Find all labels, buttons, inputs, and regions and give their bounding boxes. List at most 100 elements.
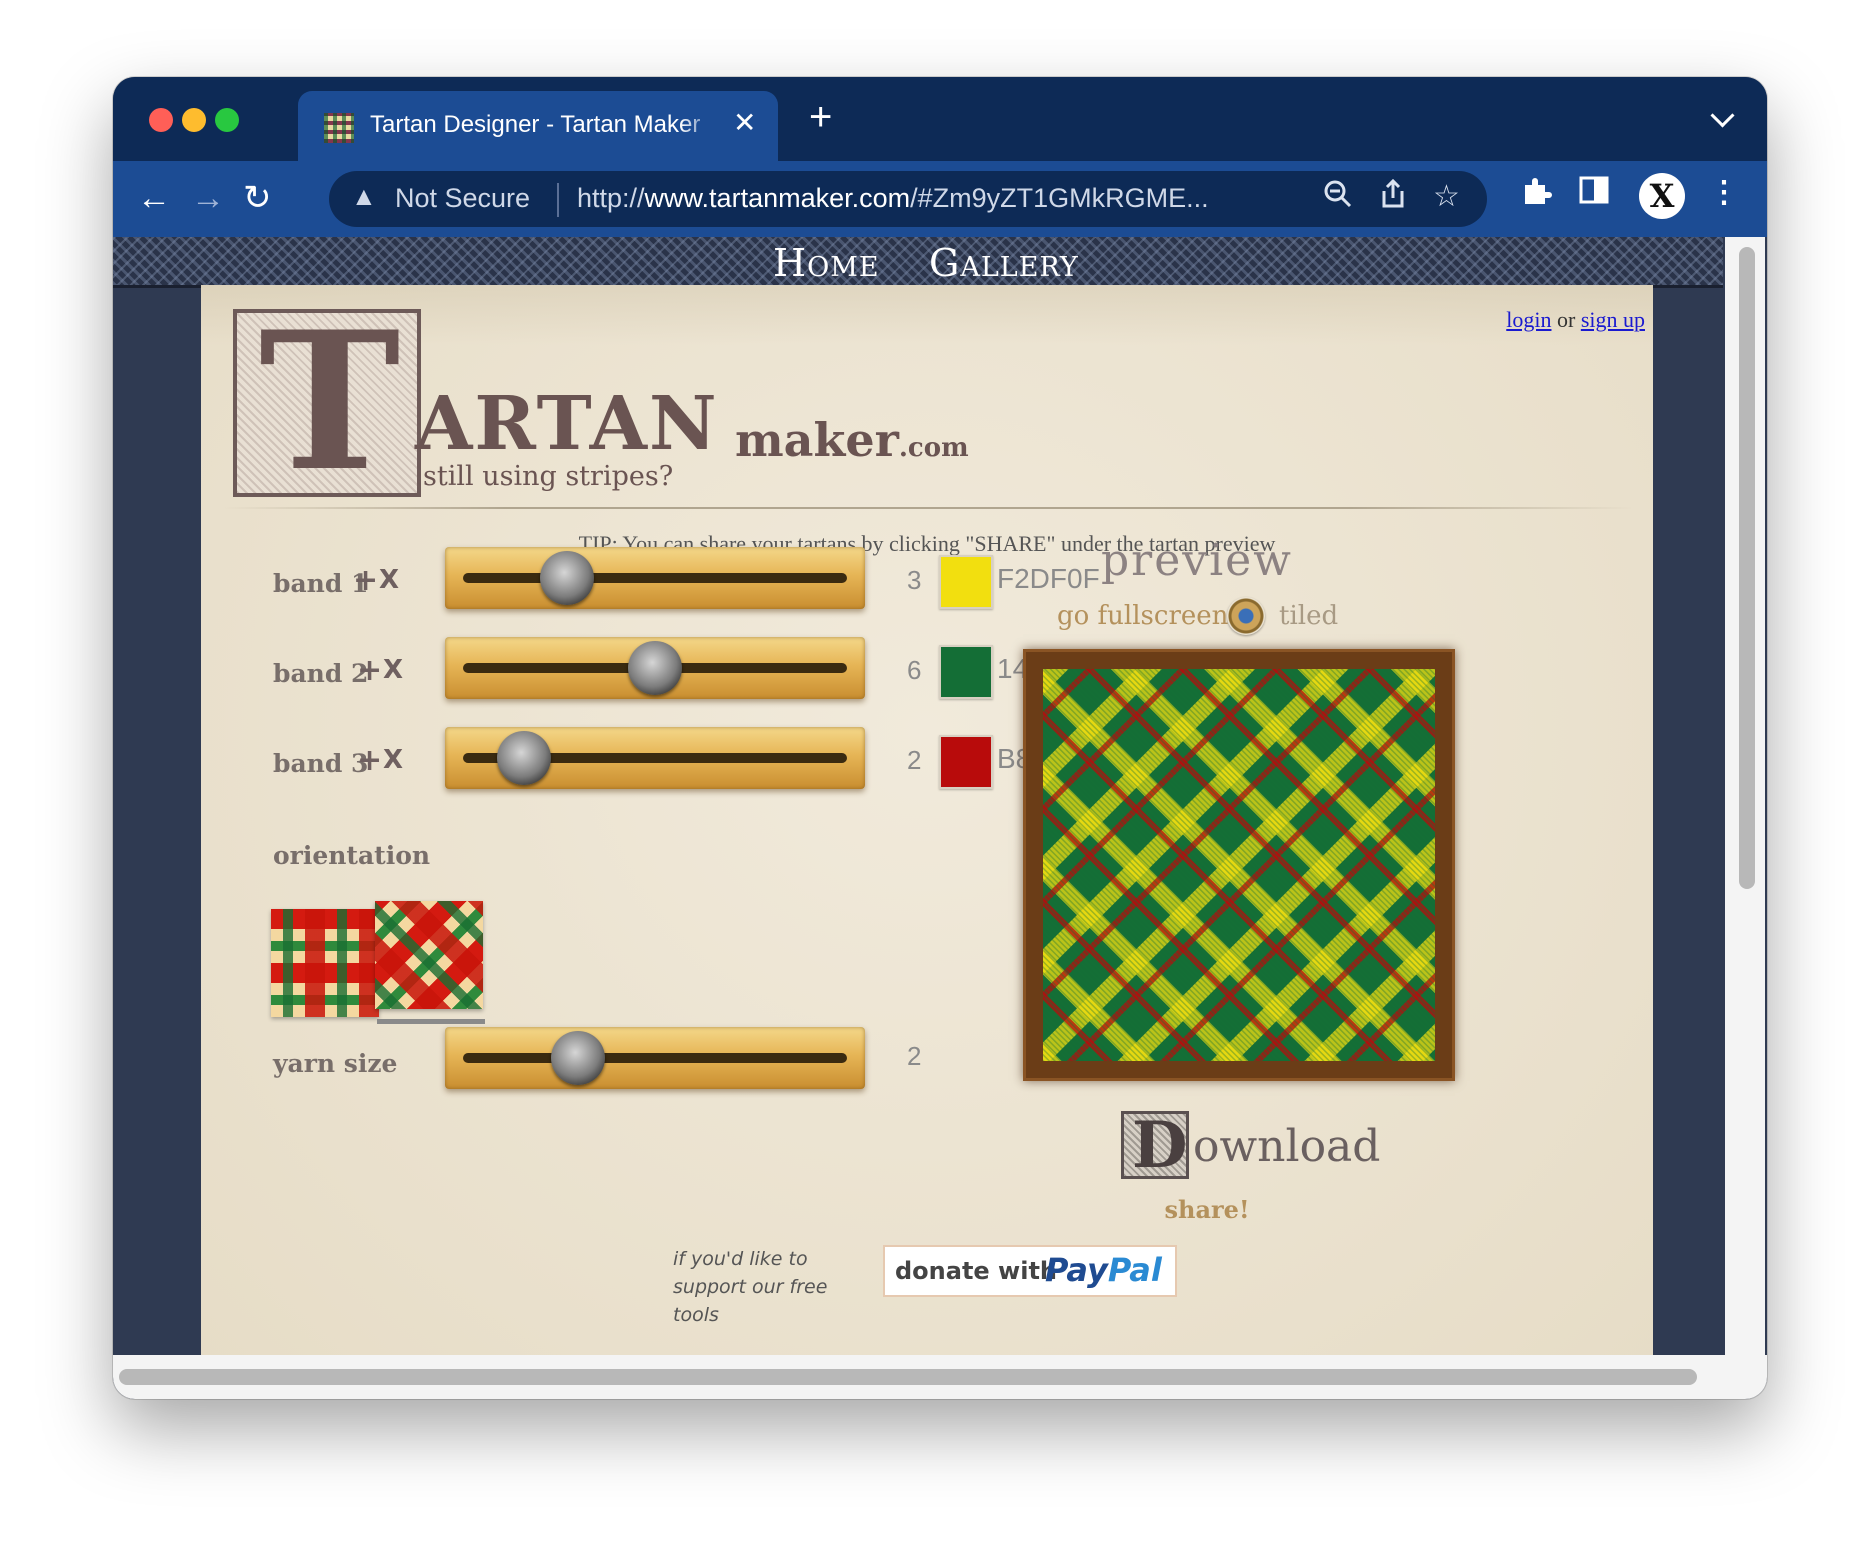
profile-avatar[interactable]: X xyxy=(1639,173,1685,219)
band-2-remove-icon[interactable]: X xyxy=(383,655,403,685)
logo-maker: maker.com xyxy=(735,413,969,467)
orientation-diagonal-option[interactable] xyxy=(375,901,483,1009)
horizontal-scrollbar[interactable] xyxy=(113,1355,1767,1399)
yarn-size-slider[interactable] xyxy=(445,1027,865,1089)
browser-toolbar: ← → ↻ ▲ Not Secure http://www.tartanmake… xyxy=(113,161,1767,237)
omnibox-divider xyxy=(557,183,559,217)
share-icon[interactable] xyxy=(1379,178,1407,217)
logo-dotcom: .com xyxy=(898,433,969,463)
back-icon[interactable]: ← xyxy=(137,173,171,223)
band-3-add-icon[interactable]: + xyxy=(357,743,382,778)
forward-icon[interactable]: → xyxy=(191,173,225,223)
site-nav: Home Gallery xyxy=(113,237,1723,288)
download-initial-box: D xyxy=(1121,1108,1189,1183)
paypal-donate-button[interactable]: donate with PayPal xyxy=(883,1245,1177,1297)
header-divider xyxy=(223,507,1633,509)
band-1-slider[interactable] xyxy=(445,547,865,609)
logo-initial: T xyxy=(259,290,401,513)
paypal-logo-a: Pay xyxy=(1045,1251,1108,1289)
browser-tab[interactable]: Tartan Designer - Tartan Maker ✕ xyxy=(298,91,778,163)
band-3-label: band 3 xyxy=(273,749,369,778)
url-text[interactable]: http://www.tartanmaker.com/#Zm9yZT1GMkRG… xyxy=(577,183,1267,214)
tartan-preview[interactable] xyxy=(1023,649,1455,1081)
new-tab-icon[interactable]: + xyxy=(809,97,832,137)
fullscreen-tiled-radio-icon[interactable] xyxy=(1227,597,1265,635)
orientation-label: orientation xyxy=(273,841,431,870)
tartan-pattern xyxy=(1043,669,1435,1061)
donate-with-text: donate with xyxy=(895,1257,1058,1285)
yarn-size-value: 2 xyxy=(907,1041,922,1071)
url-path: /#Zm9yZT1GMkRGME... xyxy=(910,183,1209,213)
close-window-button[interactable] xyxy=(149,108,173,132)
tiled-option[interactable]: tiled xyxy=(1279,601,1338,631)
side-panel-icon[interactable] xyxy=(1579,175,1609,213)
tartan-fill xyxy=(1043,669,1435,1061)
band-1-count: 3 xyxy=(907,565,922,595)
slider-knob[interactable] xyxy=(551,1031,606,1085)
minimize-window-button[interactable] xyxy=(182,108,206,132)
close-tab-icon[interactable]: ✕ xyxy=(733,106,756,139)
logo-tagline: still using stripes? xyxy=(423,461,674,492)
address-bar[interactable]: ▲ Not Secure http://www.tartanmaker.com/… xyxy=(329,171,1487,227)
vertical-scroll-thumb[interactable] xyxy=(1739,247,1755,889)
band-1-add-icon[interactable]: + xyxy=(353,563,378,598)
browser-window: Tartan Designer - Tartan Maker ✕ + ← → ↻… xyxy=(113,77,1767,1399)
logo-maker-text: maker xyxy=(735,413,899,467)
band-3-slider[interactable] xyxy=(445,727,865,789)
vertical-scrollbar[interactable] xyxy=(1725,237,1765,1355)
url-host: www.tartanmaker.com xyxy=(644,183,911,213)
orientation-selected-indicator xyxy=(377,1019,485,1024)
slider-track xyxy=(463,573,847,583)
security-label[interactable]: Not Secure xyxy=(395,183,530,214)
paypal-logo-b: Pal xyxy=(1107,1251,1162,1289)
signup-link[interactable]: sign up xyxy=(1581,307,1645,332)
donate-note: if you'd like to support our free tools xyxy=(673,1248,828,1326)
slider-knob[interactable] xyxy=(539,551,594,605)
download-initial: D xyxy=(1132,1108,1188,1183)
tartan-favicon-icon xyxy=(324,113,354,143)
nav-gallery-link[interactable]: Gallery xyxy=(929,241,1079,285)
yarn-size-label: yarn size xyxy=(273,1049,398,1078)
maximize-window-button[interactable] xyxy=(215,108,239,132)
auth-links: login or sign up xyxy=(1506,307,1645,333)
tip-text: TIP: You can share your tartans by click… xyxy=(578,531,1276,556)
share-link[interactable]: share! xyxy=(1117,1195,1297,1224)
slider-track xyxy=(463,1053,847,1063)
page-viewport: Home Gallery login or sign up T ARTAN ma… xyxy=(113,237,1723,1399)
band-3-count: 2 xyxy=(907,745,922,775)
url-scheme: http:// xyxy=(577,183,645,213)
band-2-color-swatch[interactable] xyxy=(939,645,993,699)
band-3-color-swatch[interactable] xyxy=(939,735,993,789)
reload-icon[interactable]: ↻ xyxy=(243,173,272,223)
paypal-logo: PayPal xyxy=(1045,1251,1162,1289)
band-1-hex[interactable]: F2DF0F xyxy=(997,563,1100,595)
orientation-straight-option[interactable] xyxy=(271,909,379,1017)
go-fullscreen-option[interactable]: go fullscreen xyxy=(1057,601,1228,631)
horizontal-scroll-thumb[interactable] xyxy=(119,1369,1697,1385)
band-3-remove-icon[interactable]: X xyxy=(383,745,403,775)
band-2-count: 6 xyxy=(907,655,922,685)
tab-title: Tartan Designer - Tartan Maker xyxy=(370,111,720,139)
band-1-remove-icon[interactable]: X xyxy=(379,565,399,595)
tab-search-chevron-icon[interactable] xyxy=(1710,103,1735,128)
preview-title: preview xyxy=(1101,535,1293,586)
tab-bar: Tartan Designer - Tartan Maker ✕ + xyxy=(113,77,1767,163)
menu-icon[interactable]: ⋮ xyxy=(1709,175,1739,210)
auth-or-text: or xyxy=(1556,307,1576,332)
zoom-icon[interactable] xyxy=(1323,179,1353,217)
slider-knob[interactable] xyxy=(628,641,682,695)
content-panel: login or sign up T ARTAN maker.com still… xyxy=(201,285,1653,1399)
slider-knob[interactable] xyxy=(497,731,552,785)
extensions-icon[interactable] xyxy=(1521,175,1553,215)
band-1-color-swatch[interactable] xyxy=(939,555,993,609)
warning-icon[interactable]: ▲ xyxy=(351,181,377,212)
band-2-add-icon[interactable]: + xyxy=(357,653,382,688)
logo-name: ARTAN xyxy=(415,381,719,467)
band-2-slider[interactable] xyxy=(445,637,865,699)
band-2-label: band 2 xyxy=(273,659,369,688)
download-label: ownload xyxy=(1193,1121,1381,1172)
nav-home-link[interactable]: Home xyxy=(773,241,880,285)
star-icon[interactable]: ☆ xyxy=(1433,179,1460,214)
login-link[interactable]: login xyxy=(1506,307,1551,332)
logo-initial-box: T xyxy=(233,290,421,513)
